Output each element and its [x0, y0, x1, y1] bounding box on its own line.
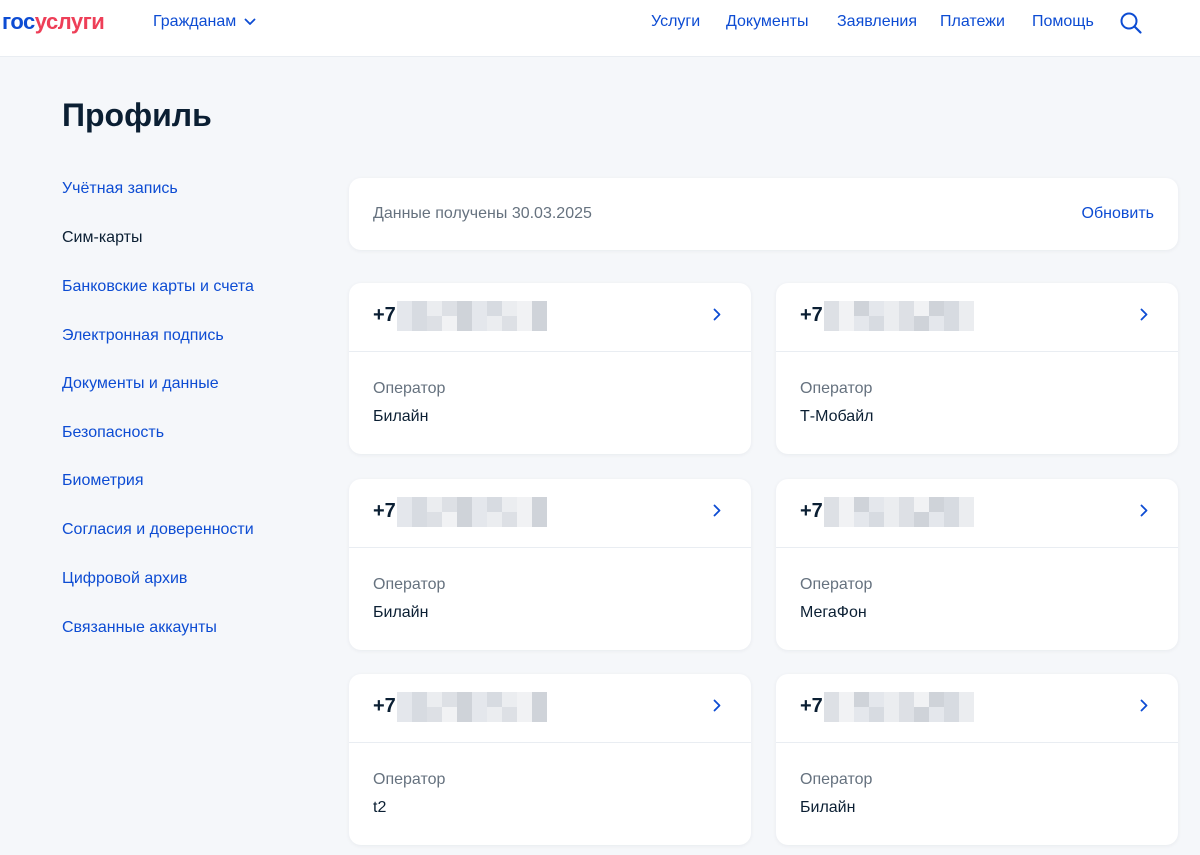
page-title: Профиль: [62, 97, 212, 133]
sidebar-item-bank-cards[interactable]: Банковские карты и счета: [62, 278, 254, 296]
sim-card-header[interactable]: +7: [776, 674, 1178, 743]
chevron-right-icon: [713, 699, 721, 712]
operator-value: МегаФон: [800, 604, 867, 621]
phone-number-prefix: +7: [373, 304, 396, 326]
sidebar-item-sim-cards[interactable]: Сим-карты: [62, 229, 142, 247]
logo-part-gos: гос: [2, 9, 35, 34]
operator-value: t2: [373, 799, 387, 816]
chevron-down-icon: [244, 18, 256, 25]
audience-dropdown[interactable]: Гражданам: [153, 13, 256, 31]
sidebar-item-e-signature[interactable]: Электронная подпись: [62, 327, 224, 345]
chevron-right-icon: [1140, 504, 1148, 517]
redacted-phone-number: [397, 497, 547, 527]
operator-label: Оператор: [373, 771, 446, 788]
phone-number-prefix: +7: [800, 500, 823, 522]
sim-card: +7 Оператор t2: [349, 674, 751, 845]
nav-documents[interactable]: Документы: [726, 13, 808, 31]
operator-value: Билайн: [373, 604, 429, 621]
sim-card-header[interactable]: +7: [776, 479, 1178, 548]
phone-number-prefix: +7: [800, 304, 823, 326]
chevron-right-icon: [1140, 699, 1148, 712]
chevron-right-icon: [1140, 308, 1148, 321]
phone-number-prefix: +7: [800, 695, 823, 717]
sim-card: +7 Оператор Билайн: [776, 674, 1178, 845]
refresh-button[interactable]: Обновить: [1082, 205, 1154, 223]
audience-label: Гражданам: [153, 13, 237, 30]
top-header: госуслуги Гражданам Услуги Документы Зая…: [0, 0, 1200, 57]
operator-value: Т-Мобайл: [800, 408, 874, 425]
phone-number-prefix: +7: [373, 500, 396, 522]
sidebar-item-biometrics[interactable]: Биометрия: [62, 472, 144, 490]
chevron-right-icon: [713, 308, 721, 321]
redacted-phone-number: [824, 497, 974, 527]
chevron-right-icon: [713, 504, 721, 517]
sim-card: +7 Оператор Т-Мобайл: [776, 283, 1178, 454]
search-icon[interactable]: [1119, 11, 1143, 35]
operator-label: Оператор: [373, 576, 446, 593]
operator-label: Оператор: [800, 771, 873, 788]
data-received-panel: Данные получены 30.03.2025 Обновить: [349, 178, 1178, 250]
redacted-phone-number: [824, 301, 974, 331]
operator-label: Оператор: [800, 576, 873, 593]
sim-card-header[interactable]: +7: [349, 283, 751, 352]
nav-applications[interactable]: Заявления: [837, 13, 917, 31]
sim-card-header[interactable]: +7: [349, 479, 751, 548]
sim-card-header[interactable]: +7: [776, 283, 1178, 352]
redacted-phone-number: [397, 301, 547, 331]
nav-help[interactable]: Помощь: [1032, 13, 1094, 31]
sidebar-item-consents[interactable]: Согласия и доверенности: [62, 521, 254, 539]
sim-card: +7 Оператор Билайн: [349, 283, 751, 454]
sidebar-item-digital-archive[interactable]: Цифровой архив: [62, 570, 187, 588]
sim-card: +7 Оператор Билайн: [349, 479, 751, 650]
data-received-text: Данные получены 30.03.2025: [373, 205, 592, 222]
operator-value: Билайн: [800, 799, 856, 816]
sim-card: +7 Оператор МегаФон: [776, 479, 1178, 650]
sidebar-item-linked-accounts[interactable]: Связанные аккаунты: [62, 619, 217, 637]
sidebar-item-account[interactable]: Учётная запись: [62, 180, 178, 198]
sidebar-item-documents[interactable]: Документы и данные: [62, 375, 219, 393]
phone-number-prefix: +7: [373, 695, 396, 717]
operator-label: Оператор: [373, 380, 446, 397]
logo-part-uslugi: услуги: [34, 9, 105, 34]
operator-value: Билайн: [373, 408, 429, 425]
sidebar-item-security[interactable]: Безопасность: [62, 424, 164, 442]
redacted-phone-number: [397, 692, 547, 722]
nav-payments[interactable]: Платежи: [940, 13, 1005, 31]
gosuslugi-logo[interactable]: госуслуги: [2, 9, 105, 35]
nav-services[interactable]: Услуги: [651, 13, 700, 31]
operator-label: Оператор: [800, 380, 873, 397]
sim-card-header[interactable]: +7: [349, 674, 751, 743]
redacted-phone-number: [824, 692, 974, 722]
